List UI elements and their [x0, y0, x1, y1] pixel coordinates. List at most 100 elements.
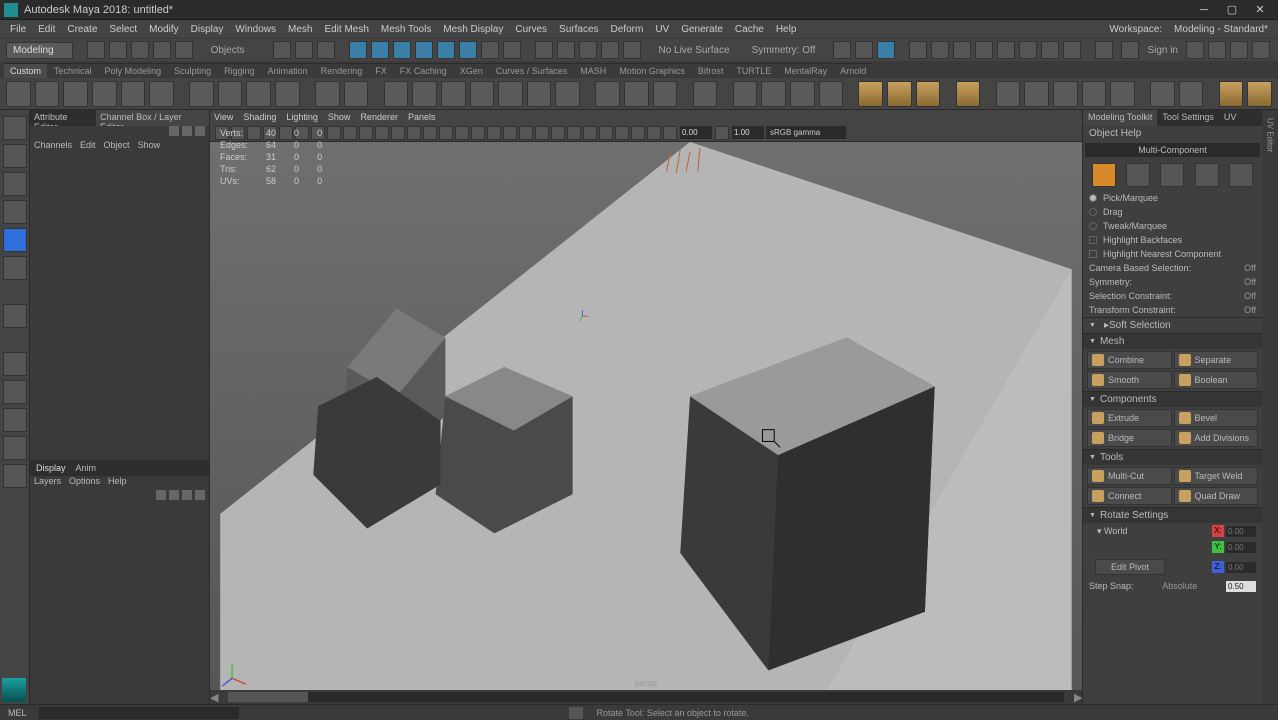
redo-icon[interactable] — [175, 41, 193, 59]
gamma-field[interactable]: 1.00 — [732, 126, 764, 139]
display-tab[interactable]: Display — [36, 463, 66, 473]
undo-icon[interactable] — [153, 41, 171, 59]
hist-icon[interactable] — [535, 41, 553, 59]
menu-mesh[interactable]: Mesh — [282, 24, 318, 35]
btn-smooth[interactable]: Smooth — [1087, 371, 1172, 389]
select-tool-icon[interactable] — [3, 116, 27, 140]
shelftab-animation[interactable]: Animation — [262, 63, 314, 78]
dd-sel-constraint[interactable]: Selection Constraint:Off — [1083, 289, 1262, 303]
btn-separate[interactable]: Separate — [1174, 351, 1259, 369]
shelf-icon[interactable] — [1247, 81, 1272, 107]
layout-four-icon[interactable] — [3, 380, 27, 404]
vp-icon[interactable] — [407, 126, 421, 140]
shelf-icon[interactable] — [996, 81, 1021, 107]
ui-toggle3-icon[interactable] — [1230, 41, 1248, 59]
panel4-icon[interactable] — [975, 41, 993, 59]
btn-multicut[interactable]: Multi-Cut — [1087, 467, 1172, 485]
panel6-icon[interactable] — [1019, 41, 1037, 59]
menu-surfaces[interactable]: Surfaces — [553, 24, 604, 35]
layout-two-icon[interactable] — [3, 408, 27, 432]
renderview-icon[interactable] — [877, 41, 895, 59]
shelf-icon[interactable] — [441, 81, 466, 107]
vp-menu-lighting[interactable]: Lighting — [286, 112, 318, 122]
render-icon[interactable] — [833, 41, 851, 59]
last-tool-icon[interactable] — [3, 304, 27, 328]
opt-pickmarquee[interactable]: Pick/Marquee — [1083, 191, 1262, 205]
vp-icon[interactable] — [535, 126, 549, 140]
paint-select-tool-icon[interactable] — [3, 172, 27, 196]
multi-component-button[interactable]: Multi-Component — [1085, 143, 1260, 157]
shelf-icon[interactable] — [653, 81, 678, 107]
vp-icon[interactable] — [423, 126, 437, 140]
snap-point-icon[interactable] — [317, 41, 335, 59]
live-surface-label[interactable]: No Live Surface — [659, 45, 730, 56]
shelf-icon[interactable] — [470, 81, 495, 107]
section-mesh[interactable]: Mesh — [1083, 333, 1262, 349]
ipr-icon[interactable] — [855, 41, 873, 59]
opt-nearest[interactable]: Highlight Nearest Component — [1083, 247, 1262, 261]
lasso-tool-icon[interactable] — [3, 144, 27, 168]
menu-meshdisplay[interactable]: Mesh Display — [437, 24, 509, 35]
shelf-icon[interactable] — [1150, 81, 1175, 107]
shelf-icon[interactable] — [555, 81, 580, 107]
shelftab-mash[interactable]: MASH — [574, 63, 612, 78]
btn-combine[interactable]: Combine — [1087, 351, 1172, 369]
vp-icon[interactable] — [471, 126, 485, 140]
vp-icon[interactable] — [503, 126, 517, 140]
shelf-icon[interactable] — [498, 81, 523, 107]
shelftab-fxcaching[interactable]: FX Caching — [394, 63, 453, 78]
vp-icon[interactable] — [567, 126, 581, 140]
cb-menu-edit[interactable]: Edit — [80, 140, 96, 154]
vp-icon[interactable] — [715, 126, 729, 140]
cb-icon[interactable] — [195, 126, 205, 136]
step-snap-row[interactable]: Step Snap: Absolute 0.50 — [1083, 579, 1262, 594]
shelftab-xgen[interactable]: XGen — [454, 63, 489, 78]
toolkit-menu-object[interactable]: Object — [1089, 128, 1118, 139]
move-tool-icon[interactable] — [3, 200, 27, 224]
maximize-button[interactable]: ▢ — [1218, 1, 1246, 19]
edge-mode-icon[interactable] — [1160, 163, 1184, 187]
shelftab-curves[interactable]: Curves / Surfaces — [490, 63, 574, 78]
dd-camera-based[interactable]: Camera Based Selection:Off — [1083, 261, 1262, 275]
opt-tweak[interactable]: Tweak/Marquee — [1083, 219, 1262, 233]
close-button[interactable]: ✕ — [1246, 1, 1274, 19]
menu-editmesh[interactable]: Edit Mesh — [318, 24, 374, 35]
vp-menu-shading[interactable]: Shading — [243, 112, 276, 122]
cb-menu-object[interactable]: Object — [104, 140, 130, 154]
layout-single-icon[interactable] — [3, 352, 27, 376]
vp-icon[interactable] — [343, 126, 357, 140]
vp-menu-show[interactable]: Show — [328, 112, 351, 122]
layout-stack-icon[interactable] — [3, 436, 27, 460]
account-icon[interactable] — [1121, 41, 1139, 59]
section-rotate-settings[interactable]: Rotate Settings — [1083, 507, 1262, 523]
axis-y-value[interactable]: 0.00 — [1226, 542, 1256, 553]
shelf-icon[interactable] — [149, 81, 174, 107]
shelftab-rigging[interactable]: Rigging — [218, 63, 261, 78]
menu-select[interactable]: Select — [103, 24, 143, 35]
shelf-icon[interactable] — [1053, 81, 1078, 107]
shelf-icon[interactable] — [819, 81, 844, 107]
layer-icon[interactable] — [156, 490, 166, 500]
vp-icon[interactable] — [519, 126, 533, 140]
shelf-icon-sphere2[interactable] — [887, 81, 912, 107]
sel-vert-icon[interactable] — [349, 41, 367, 59]
shelf-icon[interactable] — [412, 81, 437, 107]
tab-channel-box[interactable]: Channel Box / Layer Editor — [96, 110, 209, 126]
shelf-icon[interactable] — [384, 81, 409, 107]
shelf-icon[interactable] — [189, 81, 214, 107]
vp-menu-renderer[interactable]: Renderer — [360, 112, 398, 122]
dd-xform-constraint[interactable]: Transform Constraint:Off — [1083, 303, 1262, 317]
shelftab-rendering[interactable]: Rendering — [315, 63, 369, 78]
panel2-icon[interactable] — [931, 41, 949, 59]
vp-icon[interactable] — [455, 126, 469, 140]
btn-targetweld[interactable]: Target Weld — [1174, 467, 1259, 485]
shelf-icon-clean[interactable] — [956, 81, 981, 107]
shelf-icon[interactable] — [790, 81, 815, 107]
vp-icon[interactable] — [359, 126, 373, 140]
menu-meshtools[interactable]: Mesh Tools — [375, 24, 437, 35]
shelf-icon[interactable] — [344, 81, 369, 107]
shelf-icon[interactable] — [218, 81, 243, 107]
sel-face-icon[interactable] — [393, 41, 411, 59]
tab-attribute-editor[interactable]: Attribute Editor — [30, 110, 96, 126]
vp-icon[interactable] — [439, 126, 453, 140]
